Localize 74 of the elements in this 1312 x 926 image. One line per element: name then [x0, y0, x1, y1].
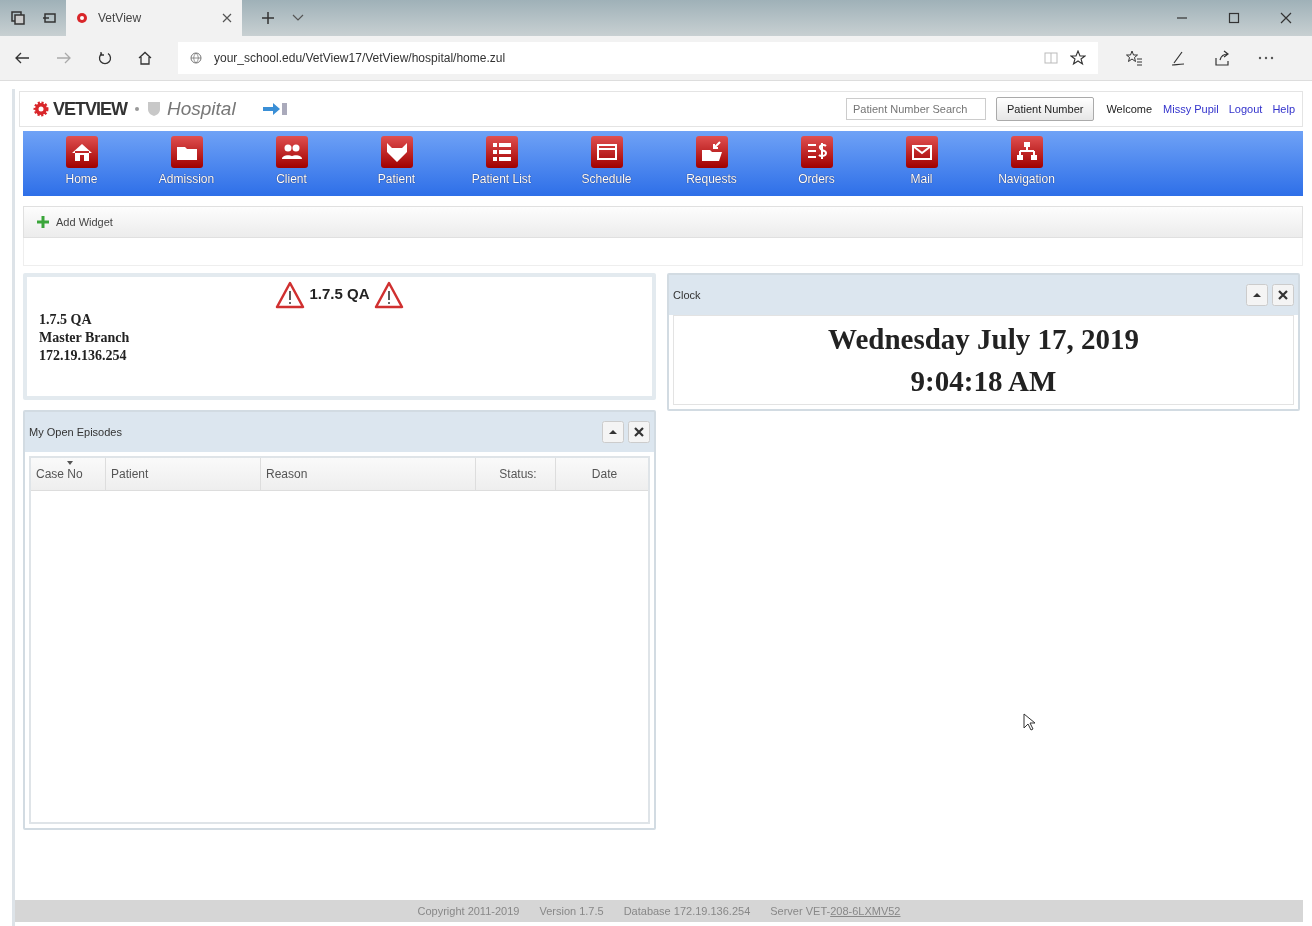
chevron-down-icon[interactable]	[292, 14, 304, 22]
refresh-icon[interactable]	[98, 51, 112, 65]
close-icon[interactable]	[1280, 12, 1292, 24]
warning-icon	[275, 281, 306, 309]
nav-item[interactable]: Admission	[134, 131, 239, 191]
logout-arrow-icon[interactable]	[261, 102, 288, 116]
panel-header: Clock	[673, 288, 702, 303]
nav-item[interactable]: Orders	[764, 131, 869, 191]
column-header[interactable]: Status:	[476, 458, 556, 490]
more-icon[interactable]	[1258, 56, 1274, 60]
nav-item[interactable]: Patient List	[449, 131, 554, 191]
version-text: Version 1.7.5	[539, 905, 604, 917]
patient-number-button[interactable]: Patient Number	[996, 97, 1095, 121]
collapse-icon[interactable]	[602, 421, 624, 443]
welcome-text: Welcome	[1106, 103, 1153, 115]
home-icon[interactable]	[138, 51, 152, 65]
favorites-icon[interactable]	[1126, 50, 1142, 66]
globe-icon	[190, 52, 202, 64]
cursor-icon	[1023, 713, 1035, 731]
database-text: Database 172.19.136.254	[623, 905, 751, 917]
clock-time: 9:04:18 AM	[910, 364, 1057, 399]
nav-item[interactable]: Client	[239, 131, 344, 191]
header-link[interactable]: Help	[1272, 103, 1295, 115]
price-list-icon	[800, 136, 833, 168]
house-icon	[65, 136, 98, 168]
add-widget-button[interactable]: Add Widget	[32, 213, 117, 231]
clock-date: Wednesday July 17, 2019	[828, 322, 1139, 357]
star-icon[interactable]	[1070, 50, 1086, 66]
nav-item[interactable]: Home	[29, 131, 134, 191]
info-line: 172.19.136.254	[39, 347, 128, 365]
column-header[interactable]: Date	[556, 458, 648, 490]
tabs-icon[interactable]	[11, 11, 25, 25]
maximize-icon[interactable]	[1228, 12, 1240, 24]
nav-item[interactable]: Schedule	[554, 131, 659, 191]
server-text: Server VET-208-6LXMV52	[770, 905, 901, 917]
fox-icon	[380, 136, 413, 168]
column-header[interactable]: Patient	[106, 458, 261, 490]
warning-icon	[373, 281, 404, 309]
address-field[interactable]: your_school.edu/VetView17/VetView/hospital/home.zul	[178, 42, 1098, 74]
search-field[interactable]: Patient Number Search	[846, 98, 986, 120]
module-title: Hospital	[167, 98, 236, 120]
nav-item[interactable]: Patient	[344, 131, 449, 191]
info-line: Master Branch	[39, 329, 131, 347]
envelope-icon	[905, 136, 938, 168]
tab-title: VetView	[98, 11, 143, 25]
nav-item[interactable]: Mail	[869, 131, 974, 191]
nav-item[interactable]: Navigation	[974, 131, 1079, 191]
pen-icon[interactable]	[1170, 50, 1186, 66]
plus-icon	[36, 215, 50, 229]
back-icon[interactable]	[14, 51, 30, 65]
people-icon	[275, 136, 308, 168]
info-title: 1.7.5 QA	[309, 285, 370, 302]
site-icon	[76, 12, 88, 24]
info-line: 1.7.5 QA	[39, 311, 93, 329]
user-link[interactable]: Missy Pupil	[1163, 103, 1219, 115]
share-icon[interactable]	[1214, 50, 1230, 66]
panel-header: My Open Episodes	[29, 425, 123, 440]
new-tab-icon[interactable]	[261, 11, 275, 25]
sitemap-icon	[1010, 136, 1043, 168]
browser-tab[interactable]: VetView	[66, 0, 242, 36]
column-header[interactable]: Case No	[31, 458, 106, 490]
nav-item[interactable]: Requests	[659, 131, 764, 191]
copyright-text: Copyright 2011-2019	[417, 905, 520, 917]
close-icon[interactable]	[222, 13, 232, 23]
shield-icon	[147, 101, 161, 117]
calendar-icon	[590, 136, 623, 168]
column-header[interactable]: Reason	[261, 458, 476, 490]
collapse-icon[interactable]	[1246, 284, 1268, 306]
gear-logo-icon	[33, 101, 49, 117]
logo-text: VETVIEW	[53, 98, 127, 120]
list-icon	[485, 136, 518, 168]
tab-aside-icon[interactable]	[42, 11, 56, 25]
folder-icon	[170, 136, 203, 168]
header-link[interactable]: Logout	[1228, 103, 1263, 115]
